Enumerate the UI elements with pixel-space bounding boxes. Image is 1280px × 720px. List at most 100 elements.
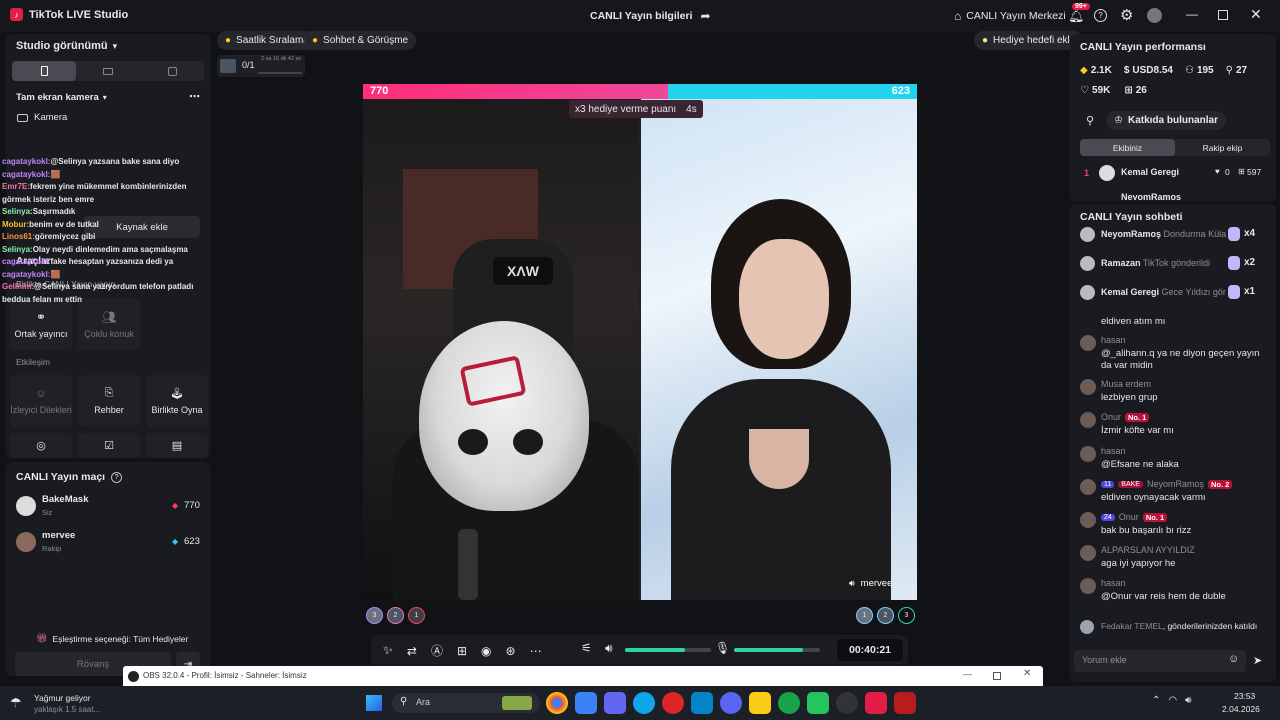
tab-rival-team[interactable]: Rakip ekip — [1175, 139, 1270, 156]
supporter-badge[interactable]: 2 — [877, 607, 894, 624]
volume-slider[interactable] — [625, 648, 711, 652]
audio-settings-icon[interactable]: ⚟ — [581, 641, 592, 655]
guide-button[interactable]: ⎘ Rehber — [78, 375, 140, 427]
comment: Onur No. 1 İzmir köfte var mı — [1080, 412, 1260, 437]
maximize-icon[interactable] — [993, 672, 1001, 680]
rank-badge: No. 1 — [1142, 512, 1168, 522]
volume-icon[interactable]: 🔊︎ — [605, 641, 613, 656]
tiktok-taskbar-icon[interactable] — [865, 692, 887, 714]
store-icon[interactable] — [575, 692, 597, 714]
studio-view-dropdown[interactable]: Studio görünümü ▾ — [16, 40, 117, 52]
comment-input[interactable]: Yorum ekle ☺ — [1074, 650, 1246, 672]
youtube-icon[interactable] — [894, 692, 916, 714]
help-icon[interactable]: ? — [1094, 9, 1107, 22]
user-plus-icon: ⚲ — [1225, 65, 1233, 76]
obs-taskbar-icon[interactable] — [836, 692, 858, 714]
magic-icon[interactable]: ✨︎ — [383, 643, 393, 658]
live-chat-panel: CANLI Yayın sohbeti — [1070, 204, 1276, 682]
chat-message: Linos61:göremiycez gibi — [2, 231, 208, 244]
app-green-icon[interactable] — [807, 692, 829, 714]
supporter-badge[interactable]: 1 — [408, 607, 425, 624]
help-icon[interactable]: ? — [111, 471, 123, 483]
team-tabs: Ekibiniz Rakip ekip — [1080, 139, 1270, 156]
tool-button-c[interactable]: ▤ — [146, 433, 208, 458]
gift-goal-button[interactable]: ● Hediye hedefi ekle — [974, 31, 1084, 50]
volume-tray-icon[interactable]: 🔊︎ — [1185, 695, 1191, 706]
match-option[interactable]: 🎁︎ Eşleştirme seçeneği: Tüm Hediyeler — [36, 633, 188, 644]
chat-username: Selinya: — [2, 244, 33, 254]
clock-time[interactable]: 23:53 — [1234, 691, 1255, 701]
speaker-icon[interactable]: 🔊︎ — [849, 578, 855, 589]
taskbar-apps — [546, 692, 916, 714]
layout-rotate-button[interactable] — [140, 61, 204, 81]
live-timer: 00:40:21 — [837, 639, 903, 661]
windows-start-icon[interactable] — [366, 695, 382, 711]
chrome-icon[interactable] — [546, 692, 568, 714]
fullscreen-camera-dropdown[interactable]: Tam ekran kamera ▾ — [16, 92, 107, 103]
live-center-button[interactable]: ⌂ CANLI Yayın Merkezi — [954, 9, 1066, 23]
chat-text: 🟫 — [50, 169, 61, 179]
close-icon[interactable]: ✕ — [1250, 6, 1262, 23]
chrome-alt-icon[interactable] — [778, 692, 800, 714]
joystick-icon: 🕹︎ — [170, 388, 184, 400]
gear-icon[interactable]: ⚙ — [1120, 6, 1133, 24]
supporter-badge[interactable]: 2 — [387, 607, 404, 624]
close-icon[interactable]: ✕ — [1023, 668, 1031, 679]
camera-switch-icon[interactable]: ⊛ — [506, 644, 516, 658]
camera-icon — [17, 113, 28, 122]
layout-portrait-button[interactable] — [12, 61, 76, 81]
chevron-up-icon[interactable]: ⌃ — [1152, 695, 1160, 706]
avatar — [1080, 512, 1096, 528]
layout-selector — [12, 61, 204, 81]
translate-icon[interactable]: ⇄ — [407, 644, 417, 658]
emoji-icon[interactable]: ☺ — [1228, 653, 1239, 665]
goal-widget[interactable]: 0/1 2 sa 16 dk 42 sn — [217, 55, 305, 77]
tiktok-logo-icon: ♪ — [10, 8, 23, 21]
more-icon[interactable]: ⋯ — [530, 644, 542, 658]
mic-slider[interactable] — [734, 648, 820, 652]
wifi-icon[interactable]: ◠ — [1168, 695, 1177, 706]
discord-icon[interactable] — [720, 692, 742, 714]
person-icon[interactable]: ⚲ — [1086, 114, 1094, 127]
teams-icon[interactable] — [604, 692, 626, 714]
chat-meet-button[interactable]: ● Sohbet & Görüşme — [304, 31, 417, 50]
minimize-icon[interactable]: — — [1186, 7, 1198, 21]
obs-window-bar[interactable]: OBS 32.0.4 - Profil: İsimsiz - Sahneler:… — [123, 666, 1043, 686]
live-info-button[interactable]: CANLI Yayın bilgileri ➦ — [590, 9, 711, 23]
folder-icon[interactable] — [749, 692, 771, 714]
record-icon[interactable]: ◉ — [481, 644, 491, 658]
effects-icon[interactable]: ⊞ — [457, 644, 467, 658]
opera-icon[interactable] — [662, 692, 684, 714]
avatar — [16, 496, 36, 516]
goal-icon — [220, 59, 236, 73]
camera-source[interactable]: Kamera — [17, 112, 67, 123]
play-together-button[interactable]: 🕹︎ Birlikte Oyna — [146, 375, 208, 427]
opponent-label: 🔊︎ mervee — [849, 578, 893, 589]
mic-icon[interactable]: 🎙︎ — [715, 641, 730, 655]
performance-title: CANLI Yayın performansı — [1080, 41, 1206, 53]
hourly-ranking-button[interactable]: ● Saatlik Sıralama — [217, 31, 317, 50]
obs-title: OBS 32.0.4 - Profil: İsimsiz - Sahneler:… — [143, 671, 307, 680]
tab-our-team[interactable]: Ekibiniz — [1080, 139, 1175, 156]
supporter-badge[interactable]: 3 — [898, 607, 915, 624]
contributors-button[interactable]: ♔ Katkıda bulunanlar — [1106, 111, 1226, 130]
taskbar-search[interactable]: ⚲ Ara — [392, 693, 540, 713]
mail-icon[interactable] — [691, 692, 713, 714]
avatar — [1080, 335, 1096, 351]
tool-button-a[interactable]: ◎ — [10, 433, 72, 458]
tool-button-b[interactable]: ☑ — [78, 433, 140, 458]
clock-date[interactable]: 2.04.2026 — [1222, 704, 1260, 714]
layout-landscape-button[interactable] — [76, 61, 140, 81]
send-icon[interactable]: ➤ — [1253, 654, 1262, 667]
ai-icon[interactable]: Ⓐ — [431, 642, 443, 659]
notification-button[interactable]: 🔔︎ 99+ — [1068, 3, 1090, 24]
viewer-requests-button[interactable]: ☺ İzleyici Dilekleri — [10, 375, 72, 427]
avatar[interactable] — [1147, 8, 1162, 23]
supporter-badge[interactable]: 1 — [856, 607, 873, 624]
edge-icon[interactable] — [633, 692, 655, 714]
minimize-icon[interactable]: — — [963, 669, 972, 679]
avatar — [1080, 446, 1096, 462]
more-options-icon[interactable]: ⋯ — [189, 90, 200, 103]
maximize-icon[interactable] — [1218, 10, 1228, 20]
supporter-badge[interactable]: 3 — [366, 607, 383, 624]
